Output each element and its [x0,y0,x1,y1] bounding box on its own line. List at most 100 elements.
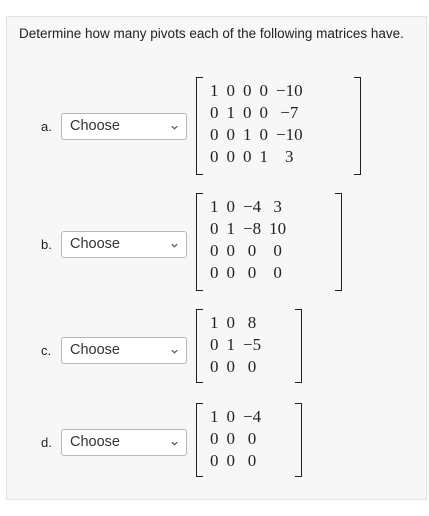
matrix-entry: 0 [210,125,219,144]
matrix-entry: 0 [226,263,236,282]
matrix-entry: 0 [259,81,269,100]
matrix-entry: 0 [243,81,252,100]
matrix-entry: 0 [226,147,236,166]
right-bracket [295,309,302,383]
matrix-entry: 0 [243,103,252,122]
matrix-row: 0 1 0 0 −7 [206,102,307,124]
pivot-count-select-a[interactable]: Choose [61,113,187,140]
matrix-row: 0000 [206,262,290,284]
right-bracket [295,403,302,477]
chevron-down-icon [171,441,178,446]
matrix-row: 1 0 −4 3 [206,196,290,218]
matrix-entry: 1 [210,197,219,216]
matrix-row: 0 1 −8 10 [206,218,290,240]
matrix-entry: 0 [226,197,236,216]
matrix-entry: 0 [273,241,282,260]
item-letter: b. [41,237,52,252]
matrix-table: 1 0 8 0 1 −5 0 0 0 [206,312,265,378]
matrix-row: 0 1 −5 [206,334,265,356]
matrix-entry: −10 [276,125,303,144]
matrix-entry: −4 [243,407,262,426]
matrix-entry: 3 [285,147,294,166]
matrix-entry: 0 [247,263,257,282]
matrix-entry: −10 [276,81,303,100]
matrix-row: 0000 [206,240,290,262]
item-b: b. Choose 1 0 −4 3 0 1 −8 10 0 0 0 0 0 0 0 0 [7,193,428,293]
matrix-d: 1 0 −4 0 0 0 0 0 0 [196,403,302,477]
matrix-entry: 1 [210,81,219,100]
matrix-entry: −4 [243,197,262,216]
matrix-entry: 0 [226,451,236,470]
matrix-entry: 0 [247,241,257,260]
matrix-table: 1 0 −4 0 0 0 0 0 0 [206,406,265,472]
matrix-b: 1 0 −4 3 0 1 −8 10 0 0 0 0 0 0 0 0 [196,193,342,291]
matrix-entry: −7 [280,103,299,122]
select-label: Choose [70,434,120,450]
matrix-entry: 0 [259,125,269,144]
matrix-entry: 0 [210,429,219,448]
right-bracket [354,77,361,175]
matrix-table: 1 0 0 0 −10 0 1 0 0 −7 0 0 1 0 −10 0 0 0 1 3 [206,80,307,168]
item-a: a. Choose 1 0 0 0 −10 0 1 0 0 −7 0 0 1 0 −10 0 0 0 1 3 [7,77,428,177]
matrix-entry: −5 [243,335,262,354]
matrix-entry: 0 [243,147,252,166]
matrix-entry: 1 [226,335,236,354]
matrix-entry: 0 [210,451,219,470]
matrix-entry: 1 [226,219,236,238]
chevron-down-icon [171,243,178,248]
matrix-entry: 0 [210,219,219,238]
select-label: Choose [70,118,120,134]
matrix-entry: 1 [210,407,219,426]
matrix-entry: 0 [210,335,219,354]
matrix-row: 00013 [206,146,307,168]
matrix-row: 000 [206,450,265,472]
matrix-entry: 0 [226,313,236,332]
matrix-entry: −8 [243,219,262,238]
select-label: Choose [70,342,120,358]
matrix-entry: 0 [247,357,257,376]
matrix-entry: 0 [226,241,236,260]
matrix-row: 1 0 −4 [206,406,265,428]
left-bracket [196,403,203,477]
matrix-entry: 0 [226,81,236,100]
matrix-entry: 0 [247,429,257,448]
matrix-a: 1 0 0 0 −10 0 1 0 0 −7 0 0 1 0 −10 0 0 0 1 3 [196,77,361,175]
left-bracket [196,77,203,175]
select-label: Choose [70,236,120,252]
question-prompt: Determine how many pivots each of the fo… [19,26,404,41]
matrix-entry: 0 [226,125,236,144]
matrix-entry: 1 [210,313,219,332]
matrix-entry: 0 [210,357,219,376]
matrix-entry: 0 [226,429,236,448]
matrix-entry: 1 [259,147,269,166]
chevron-down-icon [171,125,178,130]
matrix-entry: 0 [210,147,219,166]
matrix-row: 000 [206,356,265,378]
left-bracket [196,309,203,383]
item-letter: a. [41,119,52,134]
item-letter: c. [41,343,52,358]
matrix-c: 1 0 8 0 1 −5 0 0 0 [196,309,302,383]
pivot-count-select-b[interactable]: Choose [61,231,187,258]
matrix-entry: 0 [226,357,236,376]
matrix-entry: 0 [247,451,257,470]
matrix-row: 108 [206,312,265,334]
pivot-count-select-c[interactable]: Choose [61,337,187,364]
item-d: d. Choose 1 0 −4 0 0 0 0 0 0 [7,403,428,483]
chevron-down-icon [171,349,178,354]
matrix-entry: 0 [210,103,219,122]
matrix-table: 1 0 −4 3 0 1 −8 10 0 0 0 0 0 0 0 0 [206,196,290,284]
matrix-entry: 0 [226,407,236,426]
matrix-entry: 8 [247,313,257,332]
matrix-entry: 0 [259,103,269,122]
question-card: Determine how many pivots each of the fo… [6,16,427,500]
matrix-entry: 1 [226,103,236,122]
item-letter: d. [41,435,52,450]
right-bracket [335,193,342,291]
matrix-entry: 3 [273,197,282,216]
matrix-entry: 1 [243,125,252,144]
pivot-count-select-d[interactable]: Choose [61,429,187,456]
left-bracket [196,193,203,291]
matrix-entry: 0 [210,241,219,260]
matrix-row: 1 0 0 0 −10 [206,80,307,102]
